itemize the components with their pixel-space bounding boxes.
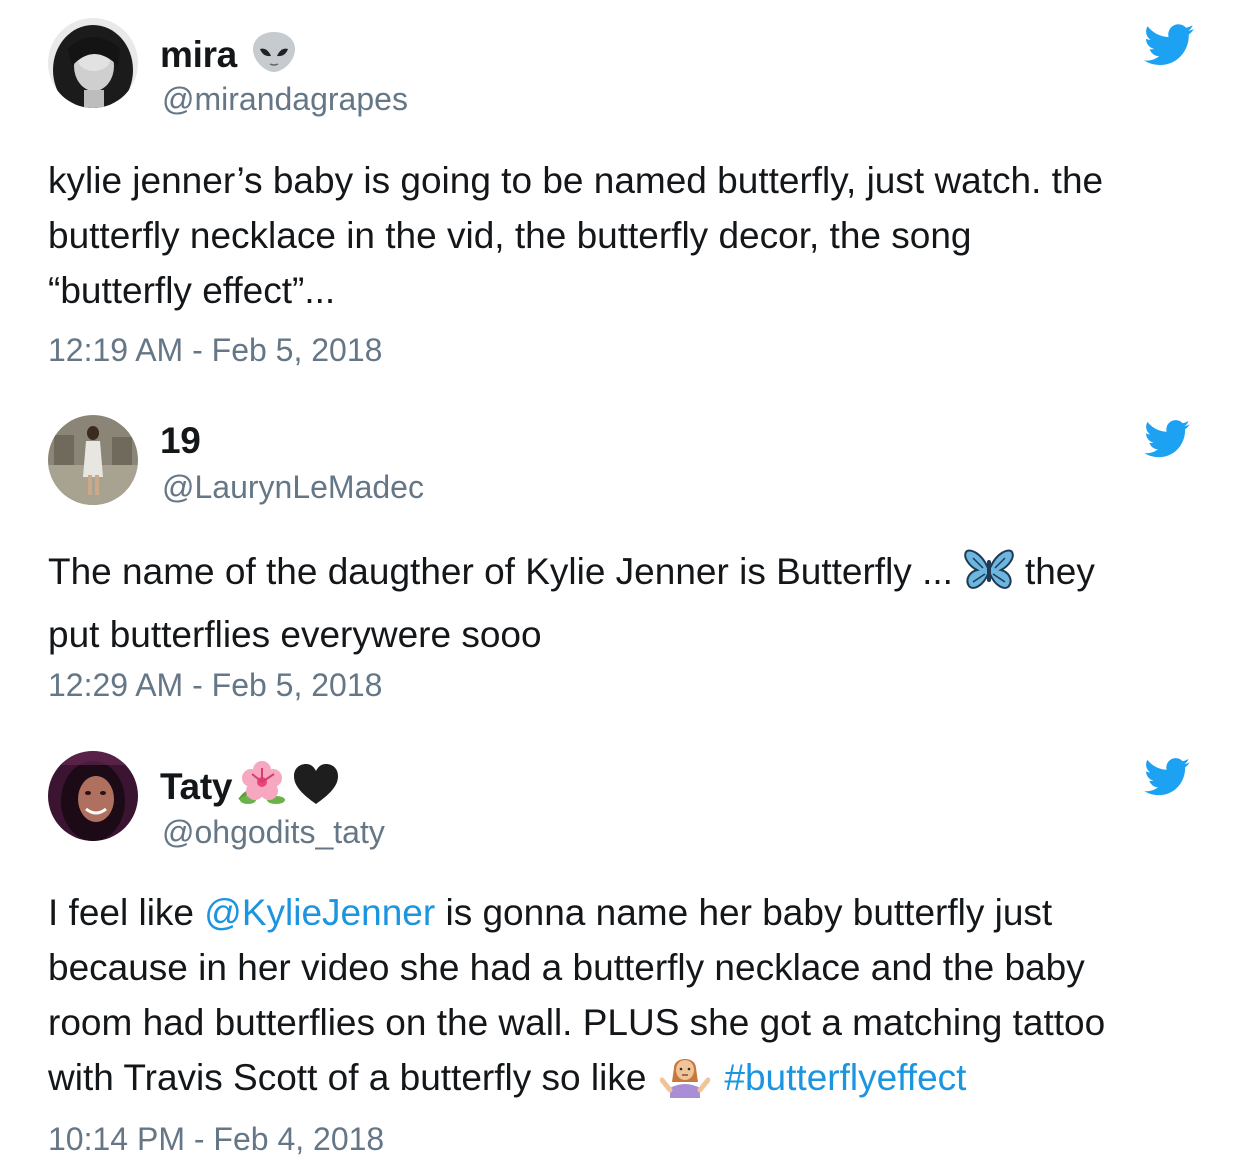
butterfly-icon <box>963 548 1015 607</box>
tweet-text: kylie jenner’s baby is going to be named… <box>48 153 1208 318</box>
shrug-icon <box>659 1052 711 1113</box>
tweet-text: I feel like @KylieJenner is gonna name h… <box>48 885 1208 1113</box>
tweet-text-segment: The name of the daugther of Kylie Jenner… <box>48 551 953 592</box>
avatar[interactable] <box>48 415 138 505</box>
name-row: mira <box>160 30 297 79</box>
handle[interactable]: @mirandagrapes <box>162 81 408 118</box>
handle[interactable]: @ohgodits_taty <box>162 814 385 851</box>
name-row: Taty <box>160 760 340 813</box>
tweet-text-line: I feel like @KylieJenner is gonna name h… <box>48 885 1208 940</box>
hibiscus-icon <box>234 760 290 813</box>
timestamp[interactable]: 12:29 AM - Feb 5, 2018 <box>48 667 382 704</box>
tweet-text-line: because in her video she had a butterfly… <box>48 947 1085 988</box>
hashtag-link[interactable]: #butterflyeffect <box>724 1057 966 1098</box>
black-heart-icon <box>292 762 340 811</box>
tweet-text-line: “butterfly effect”... <box>48 270 336 311</box>
twitter-bird-icon[interactable] <box>1144 420 1190 463</box>
tweet-text-line: kylie jenner’s baby is going to be named… <box>48 160 1104 201</box>
tweet-text-segment: I feel like <box>48 892 205 933</box>
display-name[interactable]: 19 <box>160 420 201 462</box>
avatar[interactable] <box>48 18 138 108</box>
display-name[interactable]: mira <box>160 34 237 76</box>
tweet-text-line: The name of the daugther of Kylie Jenner… <box>48 544 1208 607</box>
alien-icon <box>251 30 297 79</box>
avatar[interactable] <box>48 751 138 841</box>
tweet-text-segment: with Travis Scott of a butterfly so like <box>48 1057 647 1098</box>
timestamp[interactable]: 10:14 PM - Feb 4, 2018 <box>48 1121 384 1158</box>
tweet-text-segment: is gonna name her baby butterfly just <box>435 892 1053 933</box>
tweet-text-line: put butterflies everywere sooo <box>48 614 542 655</box>
name-row: 19 <box>160 420 201 462</box>
tweet-text-line: butterfly necklace in the vid, the butte… <box>48 215 972 256</box>
mention-link[interactable]: @KylieJenner <box>204 892 435 933</box>
timestamp[interactable]: 12:19 AM - Feb 5, 2018 <box>48 332 382 369</box>
handle[interactable]: @LaurynLeMadec <box>162 469 424 506</box>
twitter-bird-icon[interactable] <box>1144 24 1194 71</box>
tweet-screenshot: mira @mirandagrapes kylie jenner’s baby … <box>0 0 1240 1167</box>
tweet-text: The name of the daugther of Kylie Jenner… <box>48 544 1208 662</box>
tweet-text-line: with Travis Scott of a butterfly so like… <box>48 1050 1208 1113</box>
twitter-bird-icon[interactable] <box>1144 758 1190 801</box>
display-name[interactable]: Taty <box>160 766 232 808</box>
tweet-text-line: room had butterflies on the wall. PLUS s… <box>48 1002 1106 1043</box>
tweet-text-segment: they <box>1024 551 1095 592</box>
